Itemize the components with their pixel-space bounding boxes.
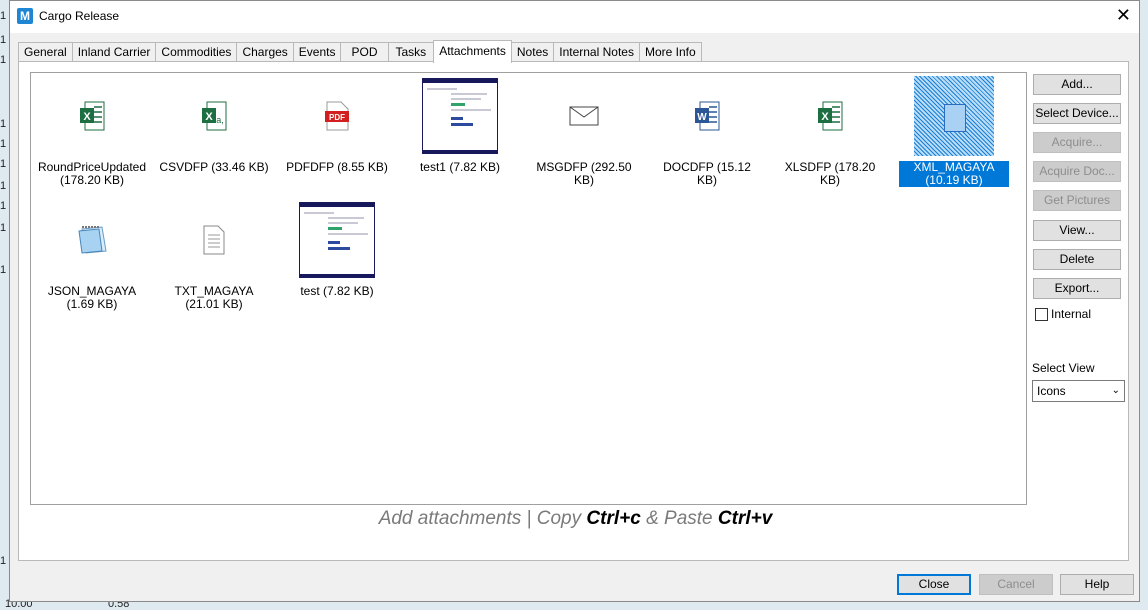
bg-cell: 1: [0, 180, 7, 192]
svg-text:PDF: PDF: [329, 113, 345, 122]
tab-general[interactable]: General: [18, 42, 73, 62]
cargo-release-dialog: M Cargo Release ✕ General Inland Carrier…: [9, 0, 1140, 602]
bg-cell: 1: [0, 138, 7, 150]
bg-cell: 1: [0, 200, 7, 212]
envelope-icon: [529, 73, 639, 158]
get-pictures-button[interactable]: Get Pictures: [1033, 190, 1121, 211]
svg-text:X: X: [821, 111, 829, 123]
attachment-item[interactable]: test1 (7.82 KB): [405, 73, 515, 193]
attachment-item-selected[interactable]: XML_MAGAYA (10.19 KB): [899, 73, 1009, 193]
attachment-item[interactable]: a, X CSVDFP (33.46 KB): [159, 73, 269, 193]
close-button[interactable]: Close: [897, 574, 971, 595]
attachment-item[interactable]: test (7.82 KB): [282, 197, 392, 317]
attachment-item[interactable]: TXT_MAGAYA (21.01 KB): [159, 197, 269, 317]
select-view-value: Icons: [1037, 384, 1066, 398]
close-window-icon[interactable]: ✕: [1116, 5, 1131, 25]
csv-icon: a, X: [159, 73, 269, 158]
attachment-item[interactable]: PDF PDFDFP (8.55 KB): [282, 73, 392, 193]
svg-text:a,: a,: [216, 115, 224, 125]
hint-text-1: Add attachments | Copy: [378, 508, 587, 529]
title-bar: M Cargo Release ✕: [10, 1, 1139, 33]
attachment-label: MSGDFP (292.50 KB): [536, 160, 632, 187]
export-button[interactable]: Export...: [1033, 278, 1121, 299]
bg-cell: 1: [0, 10, 7, 22]
tab-charges[interactable]: Charges: [236, 42, 294, 62]
notepad-icon: [37, 197, 147, 282]
attachment-label: PDFDFP (8.55 KB): [286, 160, 388, 174]
chevron-down-icon: ⌄: [1111, 385, 1120, 396]
bg-cell: 1: [0, 555, 7, 567]
bg-cell: 1: [0, 54, 7, 66]
attachments-hint: Add attachments | Copy Ctrl+c & Paste Ct…: [10, 508, 1141, 530]
attachment-label: XLSDFP (178.20 KB): [784, 160, 876, 187]
internal-checkbox-group[interactable]: Internal: [1035, 307, 1091, 321]
acquire-doc-button[interactable]: Acquire Doc...: [1033, 161, 1121, 182]
hint-key-paste: Ctrl+v: [717, 508, 773, 529]
internal-checkbox[interactable]: [1035, 307, 1048, 321]
cancel-button[interactable]: Cancel: [979, 574, 1053, 595]
svg-text:X: X: [205, 111, 213, 123]
text-file-icon: [159, 197, 269, 282]
tab-commodities[interactable]: Commodities: [155, 42, 238, 62]
select-view-dropdown[interactable]: Icons ⌄: [1032, 380, 1125, 402]
attachment-label: DOCDFP (15.12 KB): [663, 160, 751, 187]
bg-cell: 1: [0, 118, 7, 130]
bg-cell: 1: [0, 158, 7, 170]
bg-cell: 1: [0, 264, 7, 276]
add-button[interactable]: Add...: [1033, 74, 1121, 95]
window-title: Cargo Release: [39, 9, 120, 23]
attachment-label: CSVDFP (33.46 KB): [159, 160, 269, 174]
attachment-label: JSON_MAGAYA (1.69 KB): [47, 284, 137, 311]
tab-notes[interactable]: Notes: [510, 42, 555, 62]
bg-cell: 1: [0, 222, 7, 234]
tab-strip: General Inland Carrier Commodities Charg…: [18, 40, 702, 63]
attachments-list[interactable]: X RoundPriceUpdated (178.20 KB) a, X CSVD…: [30, 72, 1027, 505]
attachment-label: TXT_MAGAYA (21.01 KB): [174, 284, 254, 311]
hint-text-2: & Paste: [640, 508, 718, 529]
acquire-button[interactable]: Acquire...: [1033, 132, 1121, 153]
attachment-label: test (7.82 KB): [300, 284, 374, 298]
select-device-button[interactable]: Select Device...: [1033, 103, 1121, 124]
attachment-item[interactable]: JSON_MAGAYA (1.69 KB): [37, 197, 147, 317]
attachment-item[interactable]: MSGDFP (292.50 KB): [529, 73, 639, 193]
pdf-icon: PDF: [282, 73, 392, 158]
image-thumbnail: [282, 197, 392, 282]
view-button[interactable]: View...: [1033, 220, 1121, 241]
attachment-label: RoundPriceUpdated (178.20 KB): [37, 160, 147, 187]
word-icon: W: [652, 73, 762, 158]
attachment-item[interactable]: W DOCDFP (15.12 KB): [652, 73, 762, 193]
tab-pod[interactable]: POD: [340, 42, 389, 62]
image-thumbnail: [405, 73, 515, 158]
xml-file-icon: [899, 73, 1009, 158]
bg-cell: 1: [0, 34, 7, 46]
select-view-label: Select View: [1032, 361, 1095, 375]
attachment-item[interactable]: X RoundPriceUpdated (178.20 KB): [37, 73, 147, 193]
help-button[interactable]: Help: [1060, 574, 1134, 595]
excel-icon: X: [775, 73, 885, 158]
tab-internal-notes[interactable]: Internal Notes: [553, 42, 640, 62]
tab-tasks[interactable]: Tasks: [387, 42, 435, 62]
delete-button[interactable]: Delete: [1033, 249, 1121, 270]
excel-icon: X: [37, 73, 147, 158]
attachment-label: XML_MAGAYA (10.19 KB): [899, 161, 1009, 187]
svg-text:W: W: [697, 112, 707, 123]
svg-text:X: X: [83, 111, 91, 123]
hint-key-copy: Ctrl+c: [586, 508, 641, 529]
app-logo-icon: M: [17, 8, 33, 24]
attachment-label: test1 (7.82 KB): [419, 160, 501, 174]
internal-checkbox-label: Internal: [1051, 307, 1092, 321]
tab-attachments[interactable]: Attachments: [433, 40, 512, 63]
tab-events[interactable]: Events: [292, 42, 342, 62]
tab-inland-carrier[interactable]: Inland Carrier: [71, 42, 157, 62]
tab-more-info[interactable]: More Info: [638, 42, 702, 62]
attachment-item[interactable]: X XLSDFP (178.20 KB): [775, 73, 885, 193]
